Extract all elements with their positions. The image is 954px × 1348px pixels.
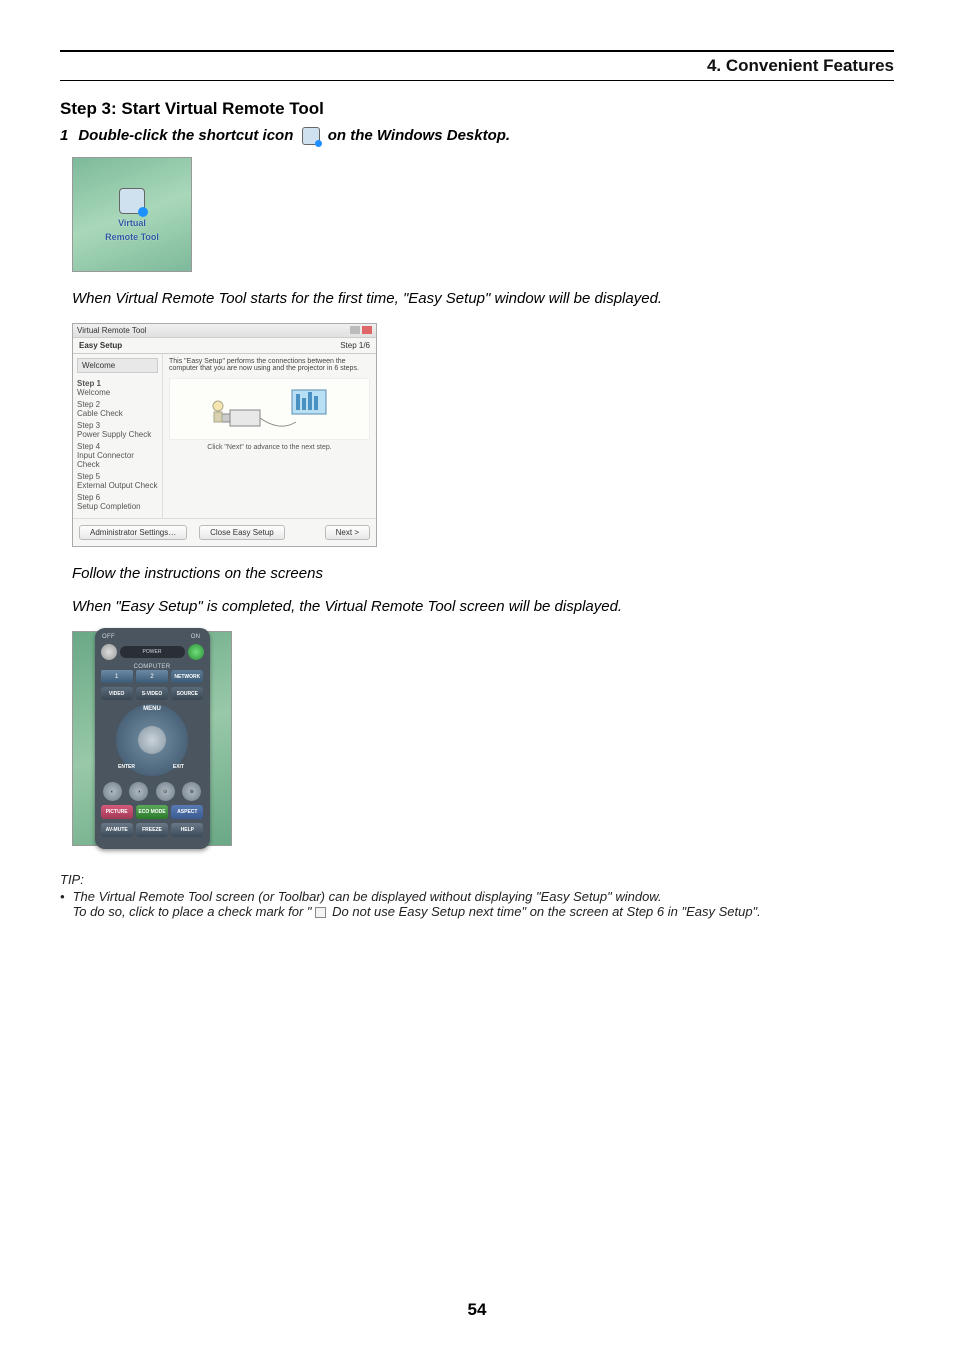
round-button-3[interactable]: ⊙ — [156, 782, 175, 801]
checkbox-icon — [315, 907, 326, 918]
caption-completed: When "Easy Setup" is completed, the Virt… — [72, 598, 894, 615]
window-control-icons — [350, 326, 372, 335]
desktop-shortcut-label-1: Virtual — [118, 218, 146, 228]
power-off-button[interactable] — [101, 644, 117, 660]
easy-setup-description: This "Easy Setup" performs the connectio… — [169, 358, 370, 372]
easy-setup-hint: Click "Next" to advance to the next step… — [169, 444, 370, 451]
close-easy-setup-button[interactable]: Close Easy Setup — [199, 525, 285, 540]
enter-label: ENTER — [118, 764, 135, 770]
tip-text-2a: To do so, click to place a check mark fo… — [73, 904, 312, 919]
freeze-button[interactable]: FREEZE — [136, 823, 168, 837]
av-mute-button[interactable]: AV-MUTE — [101, 823, 133, 837]
desktop-screenshot: Virtual Remote Tool — [72, 157, 894, 272]
computer-1-button[interactable]: 1 — [101, 670, 133, 683]
vrt-shortcut-icon — [302, 127, 320, 145]
tip-text-1: The Virtual Remote Tool screen (or Toolb… — [73, 889, 662, 904]
step-title: Step 3: Start Virtual Remote Tool — [60, 99, 894, 119]
easy-setup-window-title: Virtual Remote Tool — [77, 326, 147, 335]
label-on: ON — [188, 634, 204, 640]
round-button-4[interactable]: ⊚ — [182, 782, 201, 801]
virtual-remote-screenshot: OFF ON POWER COMPUTER 1 2 NETWORK VIDEO — [72, 631, 894, 846]
svideo-button[interactable]: S-VIDEO — [136, 687, 168, 700]
desktop-shortcut-label-2: Remote Tool — [105, 232, 159, 242]
easy-setup-title: Easy Setup — [79, 341, 122, 350]
easy-setup-screenshot: Virtual Remote Tool Easy Setup Step 1/6 … — [72, 323, 894, 547]
caption-follow: Follow the instructions on the screens — [72, 565, 894, 582]
tip-block: TIP: The Virtual Remote Tool screen (or … — [60, 872, 894, 919]
tip-text-2b: Do not use Easy Setup next time" on the … — [329, 904, 761, 919]
power-on-button[interactable] — [188, 644, 204, 660]
help-button[interactable]: HELP — [171, 823, 203, 837]
aspect-button[interactable]: ASPECT — [171, 805, 203, 819]
admin-settings-button[interactable]: Administrator Settings… — [79, 525, 187, 540]
caption-first-time: When Virtual Remote Tool starts for the … — [72, 290, 894, 307]
video-button[interactable]: VIDEO — [101, 687, 133, 700]
desktop-shortcut-icon — [119, 188, 145, 214]
eco-mode-button[interactable]: ECO MODE — [136, 805, 168, 819]
power-label: POWER — [120, 646, 185, 658]
instruction-text-1: Double-click the shortcut icon — [78, 127, 297, 144]
network-button[interactable]: NETWORK — [171, 670, 203, 683]
instruction-line: 1 Double-click the shortcut icon on the … — [60, 127, 894, 145]
virtual-remote-panel: OFF ON POWER COMPUTER 1 2 NETWORK VIDEO — [95, 628, 210, 849]
menu-label: MENU — [143, 706, 161, 712]
exit-label: EXIT — [173, 764, 184, 770]
easy-setup-step-indicator: Step 1/6 — [340, 341, 370, 350]
round-button-2[interactable]: ◑ — [129, 782, 148, 801]
computer-2-button[interactable]: 2 — [136, 670, 168, 683]
instruction-number: 1 — [60, 127, 68, 144]
menu-dpad[interactable]: MENU ENTER EXIT — [116, 704, 188, 776]
instruction-text-2: on the Windows Desktop. — [328, 127, 510, 144]
round-button-1[interactable]: ◐ — [103, 782, 122, 801]
source-button[interactable]: SOURCE — [171, 687, 203, 700]
chapter-header: 4. Convenient Features — [60, 56, 894, 80]
label-off: OFF — [101, 634, 117, 640]
easy-setup-illustration — [169, 378, 370, 440]
easy-setup-sidebar: Welcome Step 1Welcome Step 2Cable Check … — [73, 354, 163, 518]
sidebar-welcome-box: Welcome — [77, 358, 158, 373]
page-number: 54 — [0, 1300, 954, 1320]
next-button[interactable]: Next > — [325, 525, 370, 540]
picture-button[interactable]: PICTURE — [101, 805, 133, 819]
tip-label: TIP: — [60, 872, 894, 887]
